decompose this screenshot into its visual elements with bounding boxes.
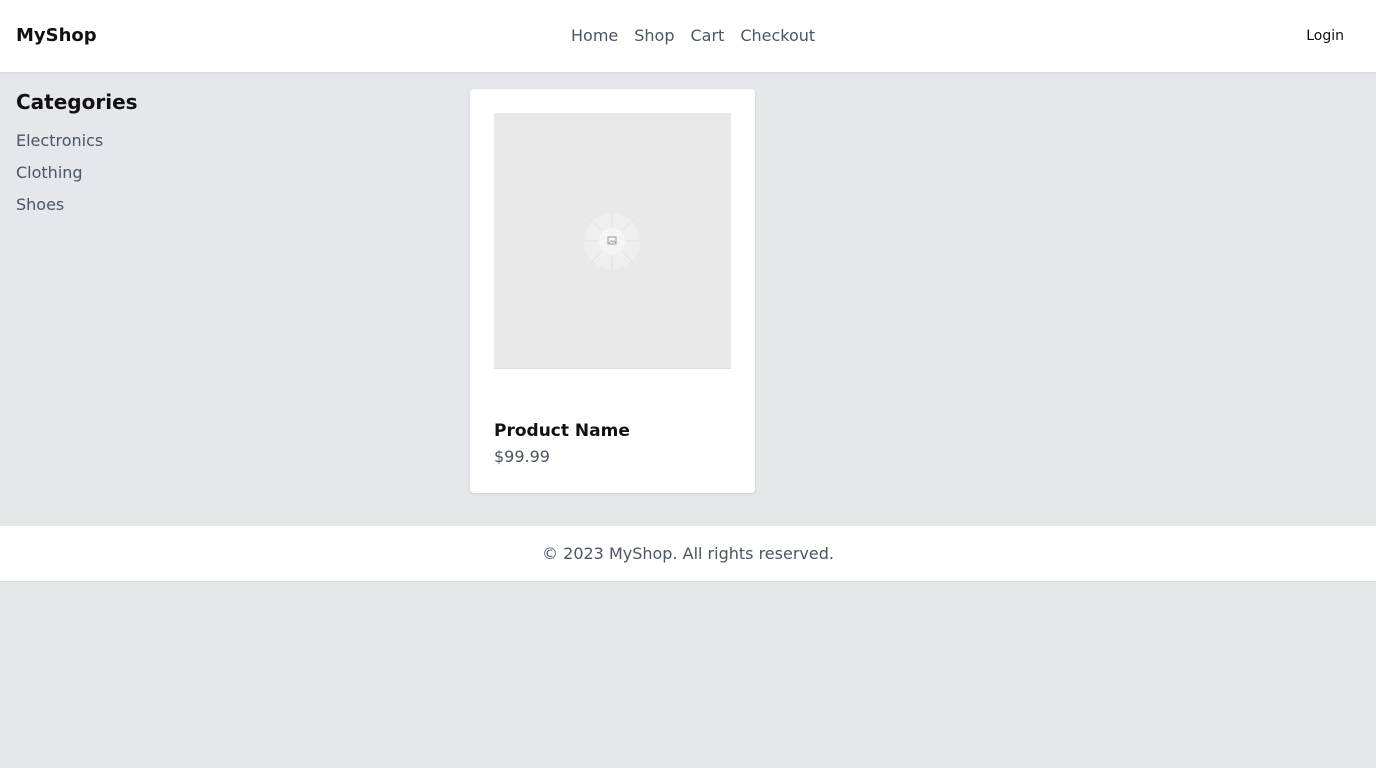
category-electronics[interactable]: Electronics [16, 130, 256, 152]
site-logo[interactable]: MyShop [16, 24, 97, 48]
nav-link-cart[interactable]: Cart [691, 25, 725, 47]
product-image[interactable] [494, 113, 731, 369]
copyright-text: © 2023 MyShop. All rights reserved. [542, 544, 834, 563]
nav-link-home[interactable]: Home [571, 25, 618, 47]
main-navigation: Home Shop Cart Checkout [571, 25, 815, 47]
nav-link-shop[interactable]: Shop [634, 25, 674, 47]
product-price: $99.99 [494, 447, 550, 466]
product-name[interactable]: Product Name [494, 419, 630, 443]
site-header: MyShop Home Shop Cart Checkout Login [0, 0, 1376, 72]
site-footer: © 2023 MyShop. All rights reserved. [0, 526, 1376, 582]
categories-heading: Categories [16, 90, 138, 114]
nav-link-checkout[interactable]: Checkout [740, 25, 815, 47]
product-card[interactable]: Product Name $99.99 [470, 89, 755, 493]
category-clothing[interactable]: Clothing [16, 162, 256, 184]
category-shoes[interactable]: Shoes [16, 194, 256, 216]
login-button[interactable]: Login [1306, 26, 1344, 46]
categories-sidebar: Categories Electronics Clothing Shoes [16, 88, 256, 226]
image-placeholder-icon [582, 211, 642, 271]
